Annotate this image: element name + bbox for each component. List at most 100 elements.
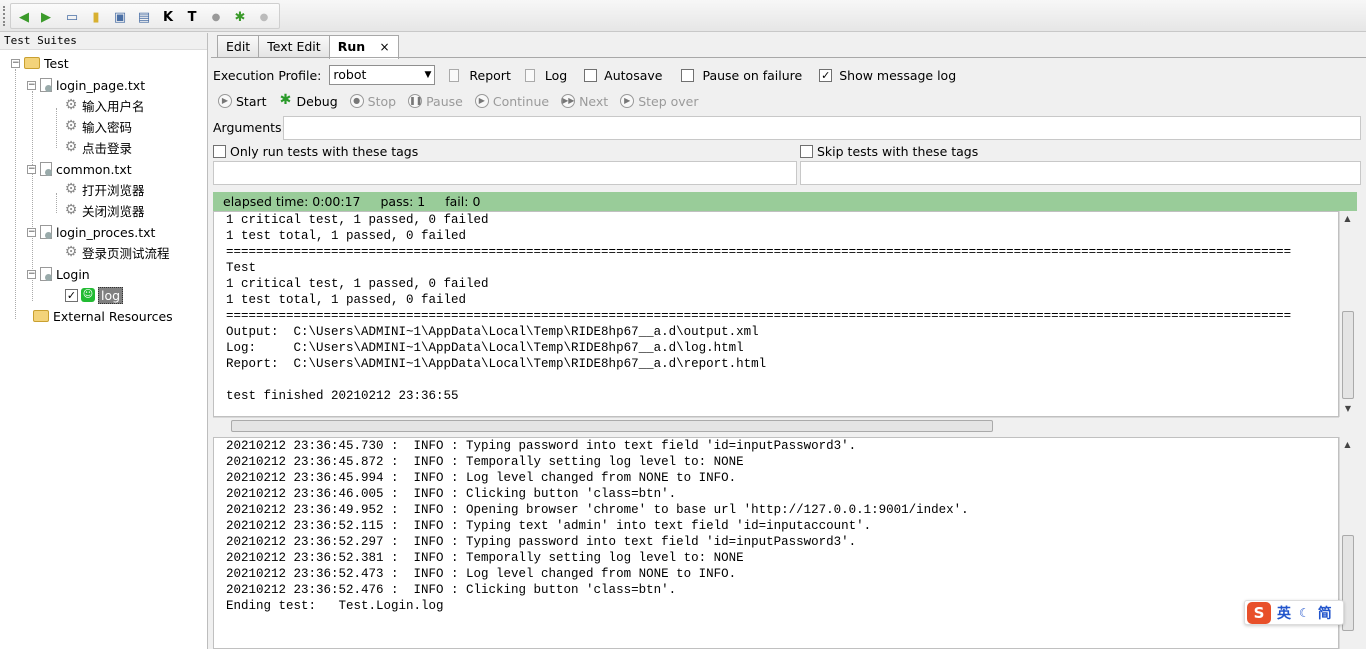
skip-tags-input[interactable] [800,161,1361,185]
autosave-checkbox[interactable] [584,68,598,82]
tree-item-test[interactable]: − Test [11,53,69,73]
pause-on-failure-checkbox[interactable] [681,68,695,82]
run-controls-row: ▶ Start ✱ Debug ● Stop ❚❚ Pause ▶ Continue ▶▶… [218,91,711,111]
save-icon[interactable]: ▣ [111,8,129,26]
scroll-up-icon[interactable]: ▲ [1340,437,1355,453]
collapse-icon[interactable]: − [27,164,36,174]
open-directory-icon[interactable]: ▮ [87,8,105,26]
pause-button[interactable]: ❚❚ Pause [408,94,463,109]
run-icon[interactable]: ● [207,8,225,26]
console-line: Ending test: Test.Login.log [226,599,444,613]
console-line: 1 test total, 1 passed, 0 failed [226,229,467,243]
scroll-thumb[interactable] [231,420,993,432]
skip-tags-row: Skip tests with these tags [800,142,978,160]
only-run-tags-input[interactable] [213,161,797,185]
tab-divider [211,57,1366,58]
next-label: Next [579,93,609,109]
step-over-button[interactable]: ▶ Step over [620,94,699,109]
save-all-icon[interactable]: ▤ [135,8,153,26]
console-line: 20210212 23:36:52.381 : INFO : Temporall… [226,551,744,565]
arguments-input[interactable] [283,116,1361,140]
back-arrow-icon[interactable]: ◀ [15,8,33,26]
forward-arrow-icon[interactable]: ▶ [37,8,55,26]
tree-item-login-proces[interactable]: − login_proces.txt [27,222,155,242]
stop-icon[interactable]: ● [255,8,273,26]
tree-item-keyword[interactable]: ⚙ 输入密码 [63,116,132,136]
toolbar-grip[interactable] [3,6,7,26]
execution-profile-select[interactable]: robot [329,65,436,85]
continue-icon: ▶ [474,94,489,108]
keyword-search-icon[interactable]: K [159,8,177,26]
tree-item-login-page[interactable]: − login_page.txt [27,75,145,95]
output-horizontal-scrollbar[interactable] [213,417,1339,433]
file-icon [40,225,52,239]
scroll-up-icon[interactable]: ▲ [1340,211,1355,227]
console-line: 20210212 23:36:52.115 : INFO : Typing te… [226,519,872,533]
tree-item-log-test[interactable]: ✓ ☺ log [65,285,124,305]
tab-label: Run [337,39,366,54]
collapse-icon[interactable]: − [27,80,36,90]
console-line: 1 critical test, 1 passed, 0 failed [226,213,489,227]
arguments-label: Arguments: [213,119,286,135]
pause-icon: ❚❚ [408,94,422,108]
output-console[interactable]: 1 critical test, 1 passed, 0 failed 1 tes… [213,211,1339,417]
console-line: ========================================… [226,309,1292,323]
ime-mode-toggle[interactable]: 简 [1318,603,1332,623]
gear-icon: ⚙ [64,118,78,134]
tree-item-label: 输入用户名 [82,98,145,114]
test-search-icon[interactable]: T [183,8,201,26]
execution-profile-row: Execution Profile: robot Report Log Auto… [213,65,956,85]
collapse-icon[interactable]: − [27,227,36,237]
tree-item-login[interactable]: − Login [27,264,90,284]
tree-item-keyword[interactable]: ⚙ 打开浏览器 [63,179,145,199]
show-message-log-checkbox[interactable]: ✓ [819,68,833,82]
pause-label: Pause [426,93,463,109]
close-icon[interactable]: × [379,40,389,54]
moon-icon[interactable]: ☾ [1299,606,1310,620]
tree-item-keyword[interactable]: ⚙ 关闭浏览器 [63,200,145,220]
collapse-icon[interactable]: − [11,58,20,68]
skip-tags-checkbox[interactable] [800,144,813,158]
debug-bug-icon[interactable]: ✱ [231,8,249,26]
tree-item-external-resources[interactable]: External Resources [33,306,173,326]
tab-run[interactable]: Run × [328,35,399,59]
tab-text-edit[interactable]: Text Edit [258,35,330,58]
scroll-down-icon[interactable]: ▼ [1340,401,1356,417]
log-link[interactable]: Log [545,68,567,83]
scroll-thumb[interactable] [1342,311,1354,399]
ime-toolbar[interactable]: S 英 ☾ 简 [1244,600,1344,625]
tree-item-common[interactable]: − common.txt [27,159,132,179]
main-toolbar: ◀ ▶ ▭ ▮ ▣ ▤ K T ● ✱ ● [0,0,1366,32]
tree-item-label: 输入密码 [82,119,133,135]
bug-icon: ✱ [279,92,292,108]
run-status-bar: elapsed time: 0:00:17 pass: 1 fail: 0 [213,192,1357,211]
open-folder-icon[interactable]: ▭ [63,8,81,26]
tree-item-keyword[interactable]: ⚙ 点击登录 [63,137,132,157]
tree-item-keyword[interactable]: ⚙ 登录页测试流程 [63,242,170,262]
stop-label: Stop [367,93,397,109]
test-select-checkbox[interactable]: ✓ [65,288,78,302]
pass-count: pass: 1 [380,194,426,209]
stop-icon: ● [349,94,364,108]
output-vertical-scrollbar[interactable]: ▲ ▼ [1339,211,1355,417]
gear-icon: ⚙ [64,202,78,218]
file-icon [40,267,52,281]
tree-item-label: log [98,286,124,304]
tree-item-keyword[interactable]: ⚙ 输入用户名 [63,95,145,115]
start-button[interactable]: ▶ Start [218,94,267,109]
continue-button[interactable]: ▶ Continue [474,94,549,109]
only-run-tags-checkbox[interactable] [213,144,226,158]
tab-label: Text Edit [267,39,321,54]
stop-button[interactable]: ● Stop [349,93,397,109]
tree-guide-line [15,69,16,319]
next-button[interactable]: ▶▶ Next [561,94,608,109]
tab-edit[interactable]: Edit [217,35,260,58]
collapse-icon[interactable]: − [27,269,36,279]
ime-language-toggle[interactable]: 英 [1277,603,1291,623]
console-line: Test [226,261,257,275]
console-line: 20210212 23:36:52.476 : INFO : Clicking … [226,583,677,597]
message-log-console[interactable]: 20210212 23:36:45.730 : INFO : Typing pa… [213,437,1339,649]
report-link[interactable]: Report [469,68,510,83]
debug-button[interactable]: ✱ Debug [279,92,338,109]
